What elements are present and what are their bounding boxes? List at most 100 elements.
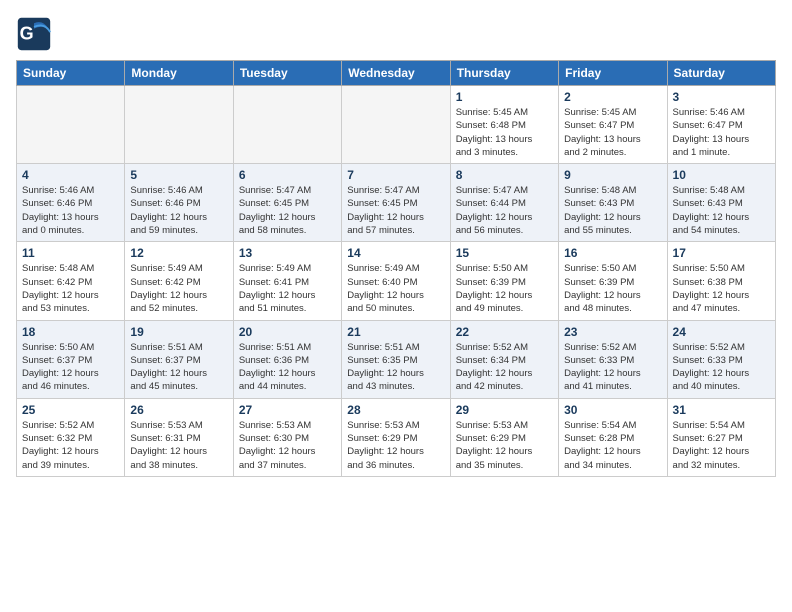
weekday-header-friday: Friday xyxy=(559,61,667,86)
day-number: 30 xyxy=(564,403,661,417)
day-info: Sunrise: 5:51 AM Sunset: 6:37 PM Dayligh… xyxy=(130,341,227,394)
day-number: 16 xyxy=(564,246,661,260)
weekday-header-saturday: Saturday xyxy=(667,61,775,86)
day-cell-4: 4Sunrise: 5:46 AM Sunset: 6:46 PM Daylig… xyxy=(17,164,125,242)
page-header: G xyxy=(16,16,776,52)
day-number: 2 xyxy=(564,90,661,104)
day-cell-31: 31 Sunrise: 5:54 AM Sunset: 6:27 PM Dayli… xyxy=(667,398,775,476)
day-number: 26 xyxy=(130,403,227,417)
day-cell-11: 11Sunrise: 5:48 AM Sunset: 6:42 PM Dayli… xyxy=(17,242,125,320)
day-info: Sunrise: 5:50 AM Sunset: 6:38 PM Dayligh… xyxy=(673,262,770,315)
day-number: 22 xyxy=(456,325,553,339)
day-info: Sunrise: 5:53 AM Sunset: 6:29 PM Dayligh… xyxy=(456,419,553,472)
day-number: 5 xyxy=(130,168,227,182)
day-number: 4 xyxy=(22,168,119,182)
day-number: 1 xyxy=(456,90,553,104)
day-info: Sunrise: 5:45 AM Sunset: 6:47 PM Dayligh… xyxy=(564,106,661,159)
day-info: Sunrise: 5:48 AM Sunset: 6:42 PM Dayligh… xyxy=(22,262,119,315)
day-cell-10: 10 Sunrise: 5:48 AM Sunset: 6:43 PM Dayli… xyxy=(667,164,775,242)
day-info: Sunrise: 5:47 AM Sunset: 6:45 PM Dayligh… xyxy=(347,184,444,237)
day-cell-19: 19 Sunrise: 5:51 AM Sunset: 6:37 PM Dayli… xyxy=(125,320,233,398)
day-cell-14: 14 Sunrise: 5:49 AM Sunset: 6:40 PM Dayli… xyxy=(342,242,450,320)
day-number: 13 xyxy=(239,246,336,260)
day-info: Sunrise: 5:51 AM Sunset: 6:35 PM Dayligh… xyxy=(347,341,444,394)
day-cell-30: 30 Sunrise: 5:54 AM Sunset: 6:28 PM Dayli… xyxy=(559,398,667,476)
day-cell-5: 5 Sunrise: 5:46 AM Sunset: 6:46 PM Daylig… xyxy=(125,164,233,242)
logo-icon: G xyxy=(16,16,52,52)
logo: G xyxy=(16,16,56,52)
day-info: Sunrise: 5:52 AM Sunset: 6:34 PM Dayligh… xyxy=(456,341,553,394)
day-number: 12 xyxy=(130,246,227,260)
day-info: Sunrise: 5:48 AM Sunset: 6:43 PM Dayligh… xyxy=(564,184,661,237)
day-info: Sunrise: 5:49 AM Sunset: 6:40 PM Dayligh… xyxy=(347,262,444,315)
day-number: 18 xyxy=(22,325,119,339)
day-number: 24 xyxy=(673,325,770,339)
day-number: 15 xyxy=(456,246,553,260)
calendar-week-1: 1 Sunrise: 5:45 AM Sunset: 6:48 PM Daylig… xyxy=(17,86,776,164)
calendar-week-5: 25 Sunrise: 5:52 AM Sunset: 6:32 PM Dayli… xyxy=(17,398,776,476)
day-number: 7 xyxy=(347,168,444,182)
day-cell-26: 26Sunrise: 5:53 AM Sunset: 6:31 PM Dayli… xyxy=(125,398,233,476)
day-info: Sunrise: 5:47 AM Sunset: 6:44 PM Dayligh… xyxy=(456,184,553,237)
day-cell-3: 3 Sunrise: 5:46 AM Sunset: 6:47 PM Daylig… xyxy=(667,86,775,164)
day-info: Sunrise: 5:53 AM Sunset: 6:30 PM Dayligh… xyxy=(239,419,336,472)
day-info: Sunrise: 5:48 AM Sunset: 6:43 PM Dayligh… xyxy=(673,184,770,237)
weekday-header-tuesday: Tuesday xyxy=(233,61,341,86)
day-info: Sunrise: 5:51 AM Sunset: 6:36 PM Dayligh… xyxy=(239,341,336,394)
weekday-header-sunday: Sunday xyxy=(17,61,125,86)
day-info: Sunrise: 5:54 AM Sunset: 6:28 PM Dayligh… xyxy=(564,419,661,472)
day-cell-15: 15Sunrise: 5:50 AM Sunset: 6:39 PM Dayli… xyxy=(450,242,558,320)
day-number: 19 xyxy=(130,325,227,339)
day-number: 10 xyxy=(673,168,770,182)
calendar-week-4: 18 Sunrise: 5:50 AM Sunset: 6:37 PM Dayli… xyxy=(17,320,776,398)
empty-cell xyxy=(233,86,341,164)
day-cell-13: 13 Sunrise: 5:49 AM Sunset: 6:41 PM Dayli… xyxy=(233,242,341,320)
day-number: 8 xyxy=(456,168,553,182)
day-info: Sunrise: 5:53 AM Sunset: 6:29 PM Dayligh… xyxy=(347,419,444,472)
day-cell-12: 12 Sunrise: 5:49 AM Sunset: 6:42 PM Dayli… xyxy=(125,242,233,320)
day-number: 6 xyxy=(239,168,336,182)
day-number: 27 xyxy=(239,403,336,417)
day-cell-17: 17 Sunrise: 5:50 AM Sunset: 6:38 PM Dayli… xyxy=(667,242,775,320)
day-info: Sunrise: 5:52 AM Sunset: 6:33 PM Dayligh… xyxy=(673,341,770,394)
day-number: 25 xyxy=(22,403,119,417)
day-number: 21 xyxy=(347,325,444,339)
day-cell-20: 20 Sunrise: 5:51 AM Sunset: 6:36 PM Dayli… xyxy=(233,320,341,398)
day-cell-7: 7 Sunrise: 5:47 AM Sunset: 6:45 PM Daylig… xyxy=(342,164,450,242)
day-info: Sunrise: 5:45 AM Sunset: 6:48 PM Dayligh… xyxy=(456,106,553,159)
day-info: Sunrise: 5:52 AM Sunset: 6:33 PM Dayligh… xyxy=(564,341,661,394)
day-info: Sunrise: 5:52 AM Sunset: 6:32 PM Dayligh… xyxy=(22,419,119,472)
empty-cell xyxy=(17,86,125,164)
weekday-header-monday: Monday xyxy=(125,61,233,86)
day-number: 14 xyxy=(347,246,444,260)
day-number: 20 xyxy=(239,325,336,339)
day-number: 29 xyxy=(456,403,553,417)
weekday-header-row: SundayMondayTuesdayWednesdayThursdayFrid… xyxy=(17,61,776,86)
day-info: Sunrise: 5:50 AM Sunset: 6:37 PM Dayligh… xyxy=(22,341,119,394)
day-number: 23 xyxy=(564,325,661,339)
day-number: 3 xyxy=(673,90,770,104)
day-info: Sunrise: 5:46 AM Sunset: 6:47 PM Dayligh… xyxy=(673,106,770,159)
day-cell-23: 23 Sunrise: 5:52 AM Sunset: 6:33 PM Dayli… xyxy=(559,320,667,398)
day-cell-1: 1 Sunrise: 5:45 AM Sunset: 6:48 PM Daylig… xyxy=(450,86,558,164)
day-cell-24: 24 Sunrise: 5:52 AM Sunset: 6:33 PM Dayli… xyxy=(667,320,775,398)
empty-cell xyxy=(342,86,450,164)
day-number: 17 xyxy=(673,246,770,260)
day-info: Sunrise: 5:54 AM Sunset: 6:27 PM Dayligh… xyxy=(673,419,770,472)
day-cell-16: 16Sunrise: 5:50 AM Sunset: 6:39 PM Dayli… xyxy=(559,242,667,320)
weekday-header-thursday: Thursday xyxy=(450,61,558,86)
day-cell-27: 27 Sunrise: 5:53 AM Sunset: 6:30 PM Dayli… xyxy=(233,398,341,476)
day-cell-22: 22 Sunrise: 5:52 AM Sunset: 6:34 PM Dayli… xyxy=(450,320,558,398)
day-info: Sunrise: 5:49 AM Sunset: 6:42 PM Dayligh… xyxy=(130,262,227,315)
day-cell-2: 2 Sunrise: 5:45 AM Sunset: 6:47 PM Daylig… xyxy=(559,86,667,164)
calendar-week-2: 4 Sunrise: 5:46 AM Sunset: 6:46 PM Daylig… xyxy=(17,164,776,242)
day-cell-28: 28 Sunrise: 5:53 AM Sunset: 6:29 PM Dayli… xyxy=(342,398,450,476)
calendar-table: SundayMondayTuesdayWednesdayThursdayFrid… xyxy=(16,60,776,477)
day-info: Sunrise: 5:46 AM Sunset: 6:46 PM Dayligh… xyxy=(130,184,227,237)
day-cell-9: 9Sunrise: 5:48 AM Sunset: 6:43 PM Daylig… xyxy=(559,164,667,242)
svg-text:G: G xyxy=(20,23,34,43)
day-number: 31 xyxy=(673,403,770,417)
day-info: Sunrise: 5:49 AM Sunset: 6:41 PM Dayligh… xyxy=(239,262,336,315)
day-cell-6: 6Sunrise: 5:47 AM Sunset: 6:45 PM Daylig… xyxy=(233,164,341,242)
day-number: 28 xyxy=(347,403,444,417)
